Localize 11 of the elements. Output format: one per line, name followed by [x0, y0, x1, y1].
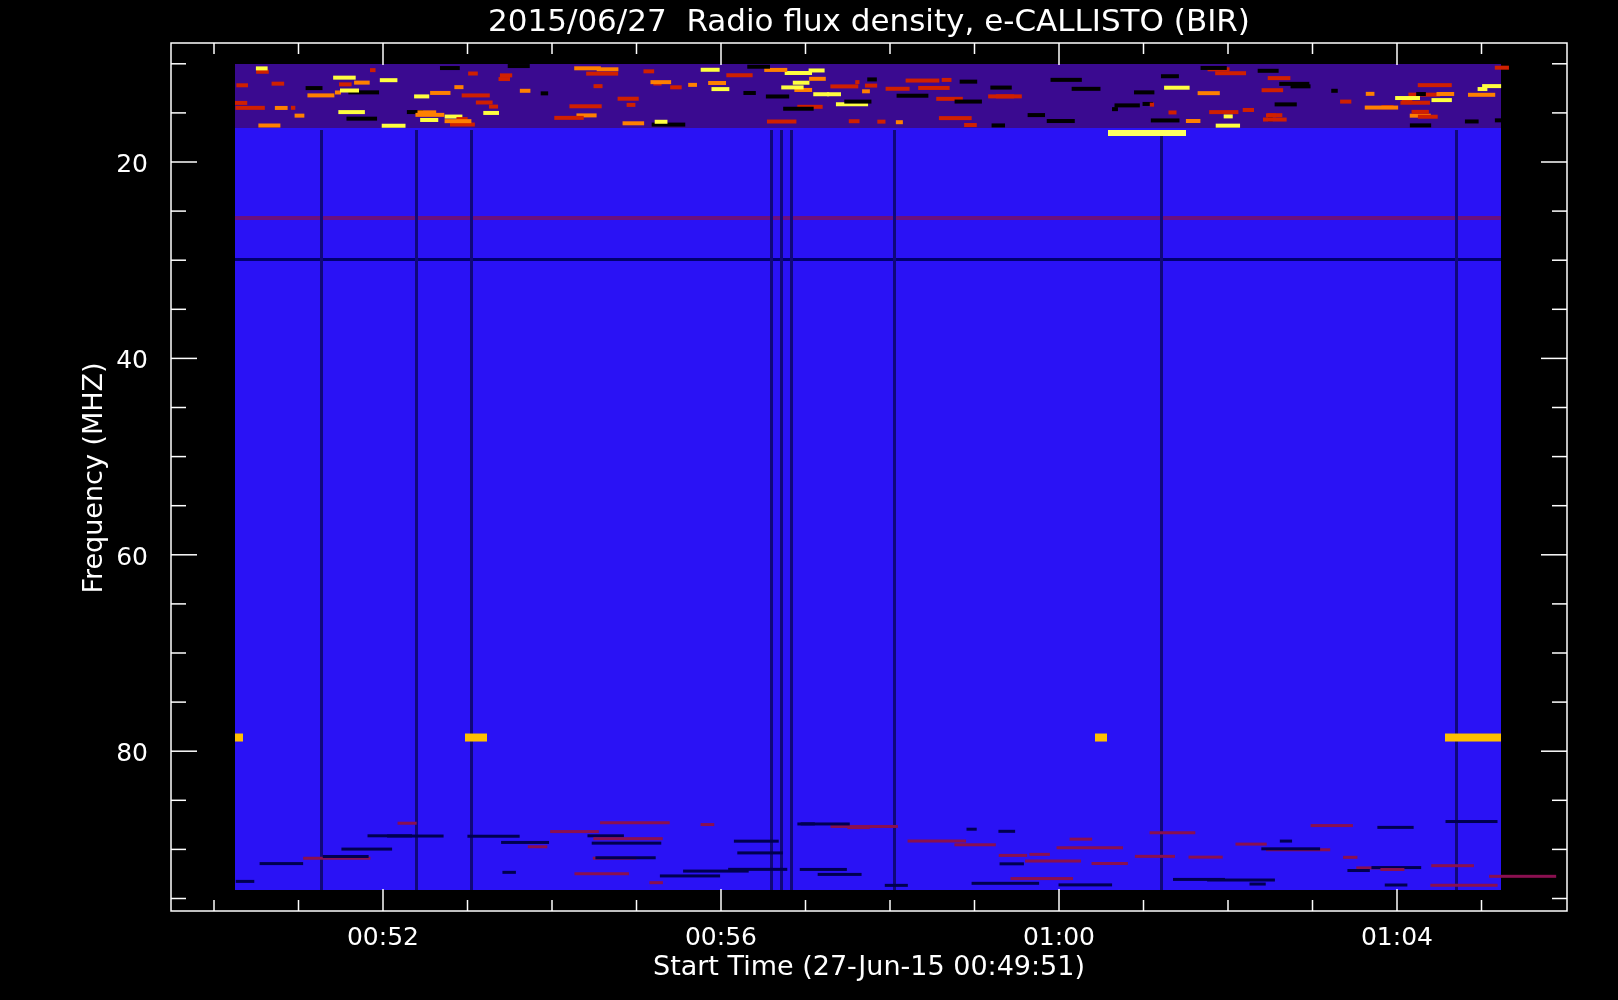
- chart-title: 2015/06/27 Radio flux density, e-CALLISTO (BIR): [488, 2, 1250, 38]
- y-tick-label: 80: [116, 738, 148, 768]
- y-axis-label: Frequency (MHZ): [77, 362, 108, 594]
- y-tick-label: 20: [116, 149, 148, 178]
- y-tick-label: 60: [116, 541, 148, 571]
- x-tick-label: 01:00: [1023, 922, 1095, 951]
- x-tick-label: 01:04: [1361, 922, 1433, 951]
- x-tick-label: 00:52: [347, 922, 419, 951]
- x-tick-label: 00:56: [685, 922, 757, 951]
- y-tick-label: 40: [116, 345, 148, 375]
- x-axis-label: Start Time (27-Jun-15 00:49:51): [653, 950, 1085, 981]
